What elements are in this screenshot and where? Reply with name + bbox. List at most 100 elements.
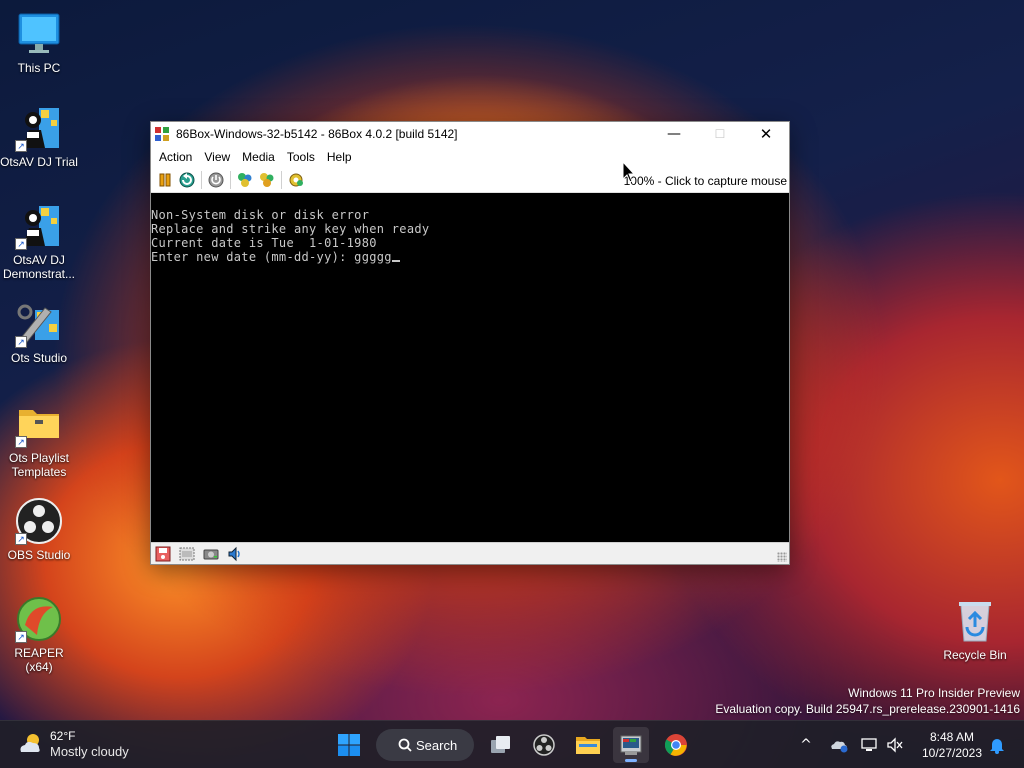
taskbar-app-chrome[interactable] — [658, 727, 694, 763]
bell-icon — [990, 739, 1004, 754]
desktop-icon-obs-studio[interactable]: ↗ OBS Studio — [0, 497, 78, 562]
resize-grip[interactable] — [777, 552, 787, 562]
system-clock[interactable]: 8:48 AM 10/27/2023 — [914, 729, 990, 761]
desktop-icon-label: This PC — [17, 61, 61, 75]
reaper-icon: ↗ — [15, 595, 63, 643]
desktop-icon-label: REAPER (x64) — [14, 646, 64, 674]
desktop-icon-this-pc[interactable]: This PC — [0, 10, 78, 75]
menu-bar: Action View Media Tools Help — [151, 146, 789, 168]
taskbar: 62°F Mostly cloudy Search ^ 8:48 AM 10/2… — [0, 720, 1024, 768]
window-titlebar[interactable]: 86Box-Windows-32-b5142 - 86Box 4.0.2 [bu… — [151, 122, 789, 146]
desktop-icon-label: OtsAV DJ Demonstrat... — [2, 253, 76, 281]
shortcut-arrow-icon: ↗ — [15, 238, 27, 250]
settings-button[interactable] — [285, 169, 307, 191]
shortcut-arrow-icon: ↗ — [15, 336, 27, 348]
volume-muted-icon — [887, 737, 903, 753]
shortcut-arrow-icon: ↗ — [15, 140, 27, 152]
ctrl-alt-del-icon — [238, 173, 252, 187]
hard-disk-icon[interactable] — [201, 545, 221, 563]
recycle-bin-icon — [951, 597, 999, 645]
close-button[interactable]: ✕ — [743, 122, 789, 146]
minimize-button[interactable]: — — [651, 122, 697, 146]
maximize-button[interactable]: ☐ — [697, 122, 743, 146]
ctrl-alt-esc-button[interactable] — [256, 169, 278, 191]
toolbar-separator — [230, 171, 231, 189]
weather-temperature: 62°F — [50, 729, 76, 743]
gear-icon — [289, 173, 303, 187]
taskbar-search[interactable]: Search — [376, 729, 474, 761]
screen-line: Current date is Tue 1-01-1980 — [151, 236, 377, 250]
chevron-up-icon: ^ — [800, 737, 812, 753]
status-bar — [151, 542, 789, 564]
notifications-button[interactable] — [986, 721, 1008, 768]
monitor-icon — [15, 10, 63, 58]
desktop-icon-label: Recycle Bin — [943, 648, 1007, 662]
toolbar-separator — [281, 171, 282, 189]
reset-button[interactable] — [176, 169, 198, 191]
watermark-line-1: Windows 11 Pro Insider Preview — [848, 686, 1020, 700]
desktop-icon-ots-studio[interactable]: ↗ Ots Studio — [0, 300, 78, 365]
taskbar-app-file-explorer[interactable] — [570, 727, 606, 763]
desktop-icon-label: OBS Studio — [7, 548, 71, 562]
screen-line: Non-System disk or disk error — [151, 208, 370, 222]
start-button[interactable] — [331, 727, 367, 763]
power-button[interactable] — [205, 169, 227, 191]
sound-icon[interactable] — [225, 545, 245, 563]
mouse-pointer-icon — [622, 161, 636, 183]
task-view-icon — [491, 736, 510, 753]
onedrive-tray-button[interactable] — [828, 721, 850, 768]
volume-tray-button[interactable] — [884, 721, 906, 768]
floppy-drive-icon[interactable] — [153, 545, 173, 563]
active-app-indicator — [625, 759, 637, 762]
menu-media[interactable]: Media — [236, 147, 281, 167]
desktop-icon-ots-playlist-templates[interactable]: ↗ Ots Playlist Templates — [0, 400, 78, 479]
ctrl-alt-esc-icon — [260, 173, 274, 187]
screen-line-prompt: Enter new date (mm-dd-yy): ggggg — [151, 250, 789, 264]
cdrom-drive-icon[interactable] — [177, 545, 197, 563]
desktop-icon-label: OtsAV DJ Trial — [0, 155, 78, 169]
menu-action[interactable]: Action — [153, 147, 198, 167]
ots-studio-icon: ↗ — [15, 300, 63, 348]
power-icon — [208, 172, 224, 188]
emulator-screen[interactable]: Non-System disk or disk error Replace an… — [151, 193, 789, 543]
taskbar-app-obs[interactable] — [526, 727, 562, 763]
date-prompt-text: Enter new date (mm-dd-yy): ggggg — [151, 250, 392, 264]
otsav-icon: ↗ — [15, 202, 63, 250]
taskbar-app-86box[interactable] — [613, 727, 649, 763]
ctrl-alt-del-button[interactable] — [234, 169, 256, 191]
desktop-icon-otsav-dj-demo[interactable]: ↗ OtsAV DJ Demonstrat... — [0, 202, 78, 281]
emulator-window[interactable]: 86Box-Windows-32-b5142 - 86Box 4.0.2 [bu… — [150, 121, 790, 565]
weather-widget[interactable]: 62°F Mostly cloudy — [16, 728, 129, 760]
network-tray-button[interactable] — [859, 721, 881, 768]
menu-tools[interactable]: Tools — [281, 147, 321, 167]
desktop-icon-recycle-bin[interactable]: Recycle Bin — [936, 597, 1014, 662]
clock-date: 10/27/2023 — [921, 746, 983, 760]
task-view-button[interactable] — [482, 727, 518, 763]
desktop-icon-reaper[interactable]: ↗ REAPER (x64) — [0, 595, 78, 674]
cloud-sun-icon — [20, 734, 40, 752]
shortcut-arrow-icon: ↗ — [15, 436, 27, 448]
shortcut-arrow-icon: ↗ — [15, 631, 27, 643]
desktop-icon-label: Ots Studio — [10, 351, 68, 365]
screen-line: Replace and strike any key when ready — [151, 222, 430, 236]
window-title: 86Box-Windows-32-b5142 - 86Box 4.0.2 [bu… — [176, 127, 458, 141]
search-label: Search — [416, 737, 458, 753]
capture-mouse-status: 100% - Click to capture mouse — [623, 174, 787, 188]
menu-help[interactable]: Help — [321, 147, 358, 167]
pause-button[interactable] — [154, 169, 176, 191]
windows-logo-icon — [338, 734, 360, 756]
search-icon — [398, 738, 412, 752]
chrome-icon — [664, 734, 687, 756]
desktop-icon-otsav-dj-trial[interactable]: ↗ OtsAV DJ Trial — [0, 104, 78, 169]
network-icon — [861, 738, 877, 751]
86box-app-icon — [620, 735, 642, 755]
desktop-icon-label: Ots Playlist Templates — [8, 451, 69, 479]
show-hidden-icons-button[interactable]: ^ — [796, 721, 816, 768]
clock-time: 8:48 AM — [929, 730, 975, 744]
obs-icon — [533, 734, 555, 756]
folder-icon: ↗ — [15, 400, 63, 448]
menu-view[interactable]: View — [198, 147, 236, 167]
toolbar-separator — [201, 171, 202, 189]
windows-watermark: Windows 11 Pro Insider Preview Evaluatio… — [715, 685, 1020, 717]
text-cursor — [391, 260, 400, 262]
